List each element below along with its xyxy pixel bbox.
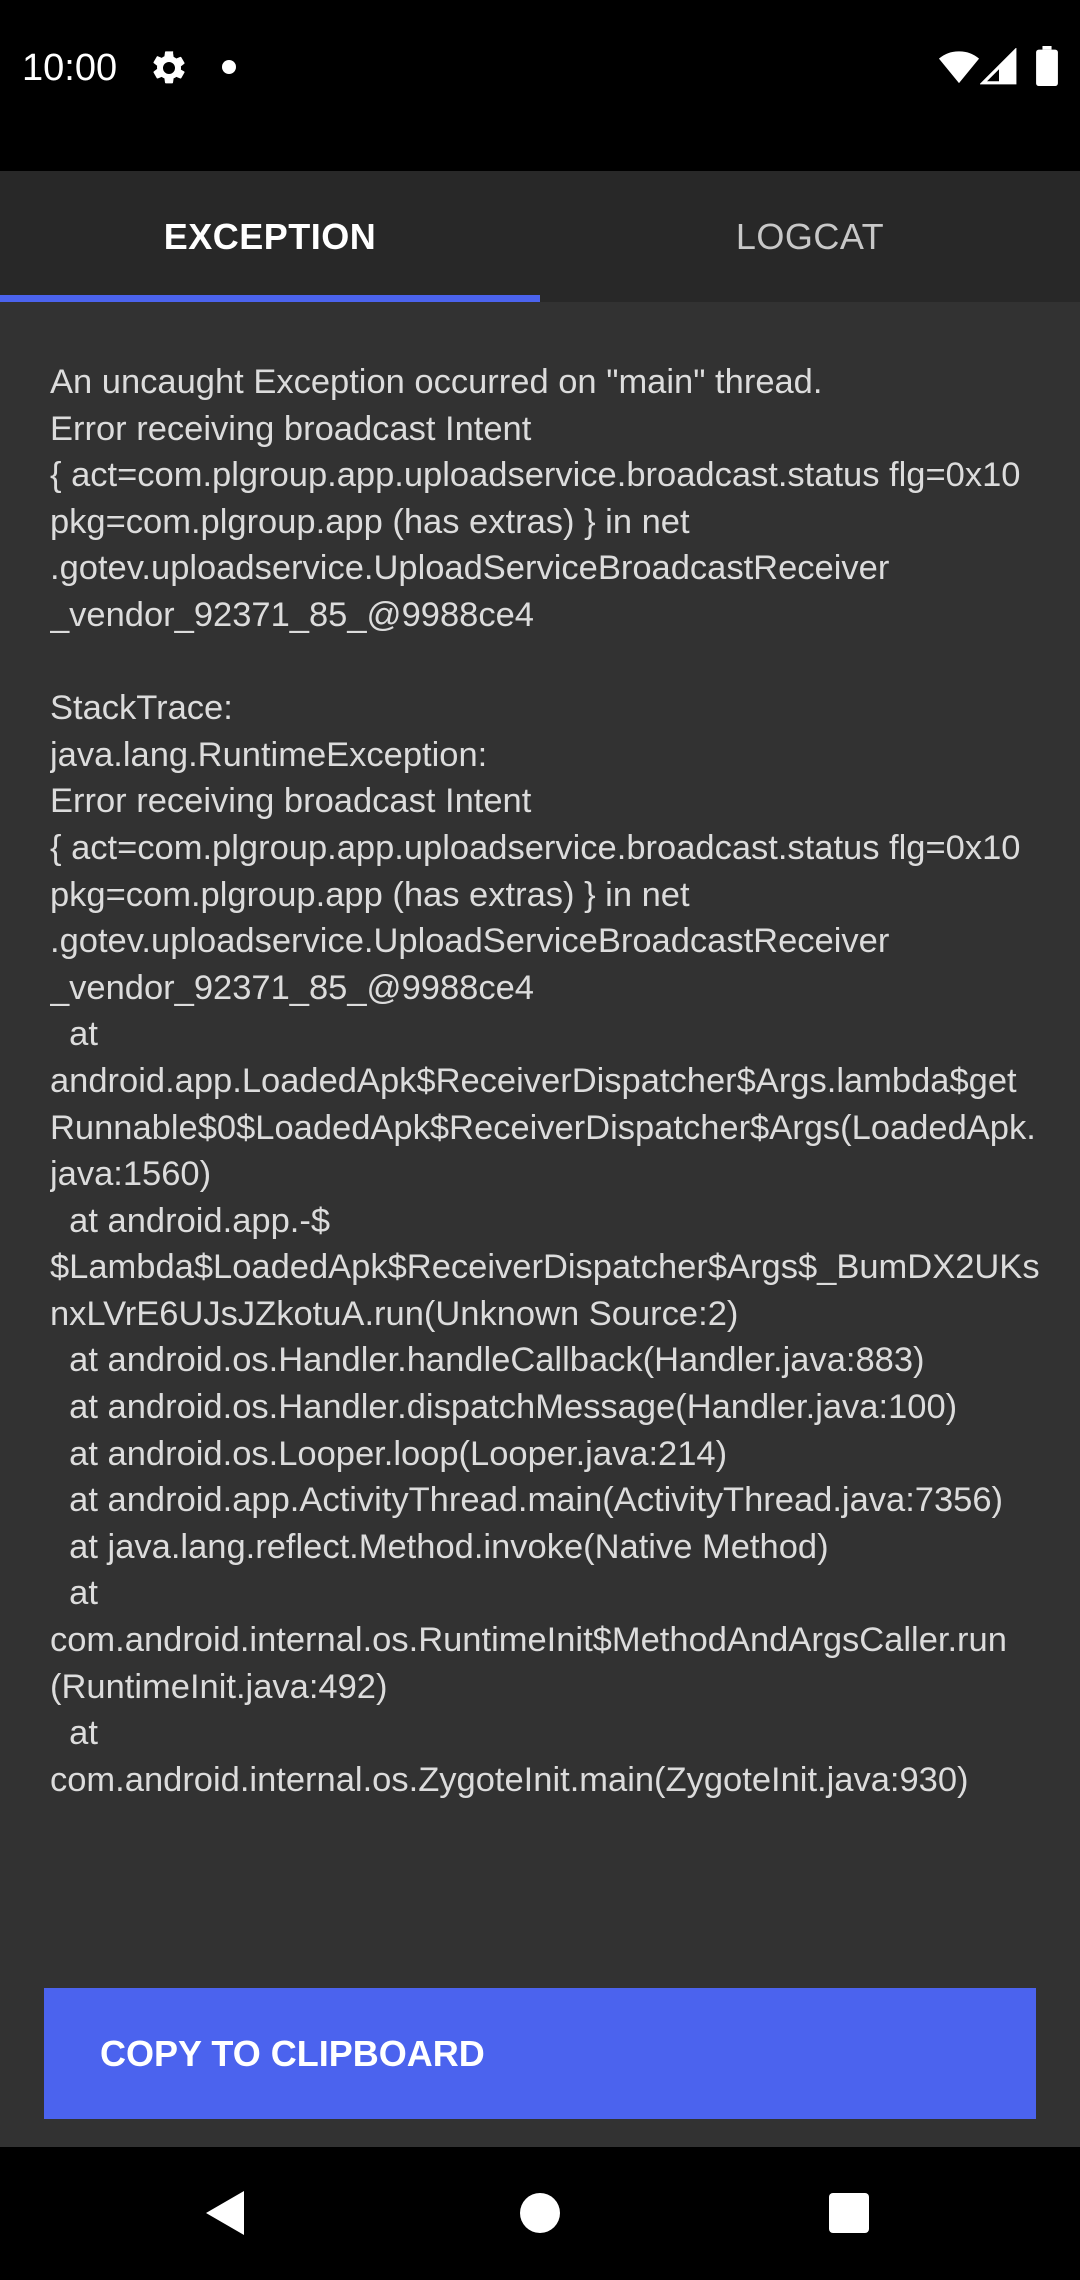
- exception-text[interactable]: An uncaught Exception occurred on "main"…: [50, 359, 1040, 2139]
- cell-signal-icon: [980, 48, 1017, 85]
- status-time: 10:00: [22, 47, 118, 89]
- gear-icon: [153, 51, 185, 84]
- tab-bar: EXCEPTION LOGCAT: [0, 171, 1080, 302]
- notification-dot-icon: [222, 60, 236, 74]
- back-icon[interactable]: [206, 2191, 244, 2235]
- crash-report-screen: EXCEPTION LOGCAT An uncaught Exception o…: [0, 171, 1080, 2147]
- tab-logcat[interactable]: LOGCAT: [540, 171, 1080, 302]
- tab-exception[interactable]: EXCEPTION: [0, 171, 540, 302]
- copy-to-clipboard-button[interactable]: COPY TO CLIPBOARD: [44, 1988, 1036, 2119]
- battery-icon: [1036, 46, 1058, 86]
- status-bar: 10:00: [0, 0, 1080, 171]
- navigation-bar: [0, 2147, 1080, 2280]
- wifi-icon: [938, 51, 980, 84]
- tab-indicator: [0, 295, 540, 302]
- home-icon[interactable]: [520, 2193, 560, 2233]
- recents-icon[interactable]: [829, 2193, 869, 2233]
